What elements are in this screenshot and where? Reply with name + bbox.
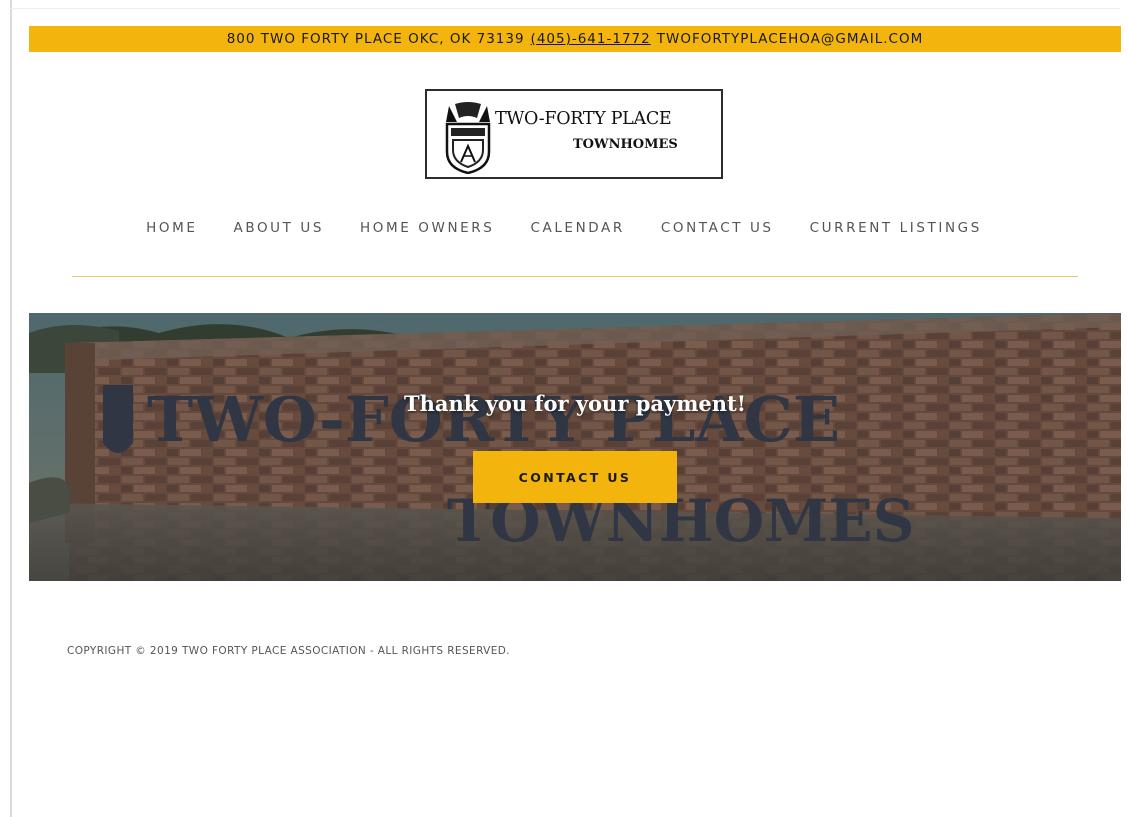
copyright-text: COPYRIGHT © 2019 TWO FORTY PLACE ASSOCIA… [67, 645, 511, 657]
email-text[interactable]: TWOFORTYPLACEHOA@GMAIL.COM [657, 31, 924, 47]
nav-about-us[interactable]: ABOUT US [233, 220, 324, 236]
nav-contact-us[interactable]: CONTACT US [661, 220, 774, 236]
nav-home-owners[interactable]: HOME OWNERS [360, 220, 494, 236]
hero-banner: TWO-FORTY PLACE TOWNHOMES Thank you for … [29, 313, 1121, 581]
hero-title: Thank you for your payment! [404, 391, 746, 416]
nav-current-listings[interactable]: CURRENT LISTINGS [810, 220, 982, 236]
logo-title: TWO-FORTY PLACE [495, 109, 672, 129]
window-left-edge [10, 0, 12, 817]
contact-us-button[interactable]: CONTACT US [473, 451, 677, 503]
crest-icon [445, 102, 491, 174]
nav-calendar[interactable]: CALENDAR [530, 220, 624, 236]
logo-subtitle: TOWNHOMES [573, 137, 678, 152]
hero-overlay [29, 313, 1121, 581]
window-top-edge [10, 8, 1120, 9]
site-logo[interactable]: TWO-FORTY PLACE TOWNHOMES [425, 89, 723, 179]
main-nav: HOME ABOUT US HOME OWNERS CALENDAR CONTA… [0, 220, 1128, 236]
nav-divider [72, 276, 1078, 277]
nav-home[interactable]: HOME [146, 220, 197, 236]
phone-link[interactable]: (405)-641-1772 [531, 31, 651, 47]
address-text: 800 TWO FORTY PLACE OKC, OK 73139 [226, 31, 525, 47]
contact-info-bar: 800 TWO FORTY PLACE OKC, OK 73139 (405)-… [29, 26, 1121, 52]
